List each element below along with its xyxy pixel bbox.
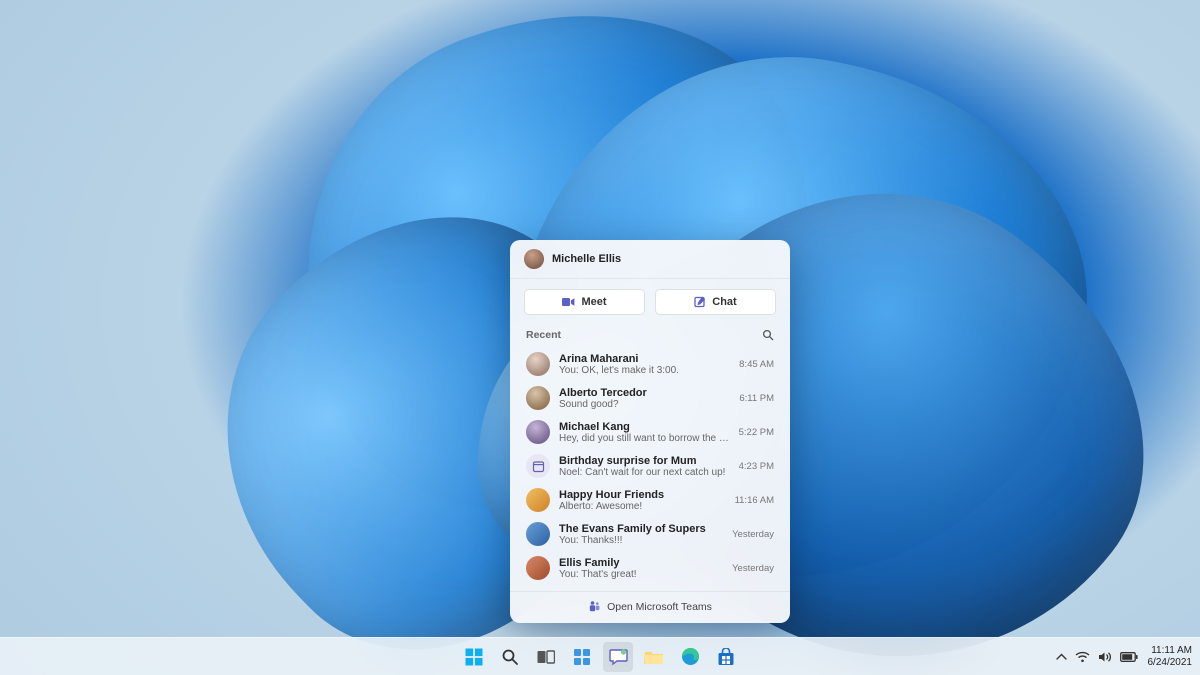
chat-flyout: Michelle Ellis Meet Chat Recent Arina Ma…: [510, 240, 790, 623]
contact-name: Michael Kang: [559, 421, 730, 433]
edge-button[interactable]: [675, 642, 705, 672]
message-preview: Noel: Can't wait for our next catch up!: [559, 467, 730, 478]
flyout-header: Michelle Ellis: [510, 240, 790, 279]
date-text: 6/24/2021: [1148, 657, 1193, 669]
timestamp: 11:16 AM: [735, 495, 774, 506]
start-icon: [465, 648, 483, 666]
avatar: [526, 522, 550, 546]
contact-name: Alberto Tercedor: [559, 387, 730, 399]
recent-heading: Recent: [526, 329, 561, 341]
list-item[interactable]: Michael Kang Hey, did you still want to …: [516, 415, 784, 449]
contact-name: The Evans Family of Supers: [559, 523, 723, 535]
timestamp: 6:11 PM: [739, 393, 774, 404]
avatar: [524, 249, 544, 269]
contact-name: Arina Maharani: [559, 353, 730, 365]
action-row: Meet Chat: [510, 279, 790, 321]
timestamp: Yesterday: [732, 563, 774, 574]
message-preview: You: Thanks!!!: [559, 535, 723, 546]
current-user-name: Michelle Ellis: [552, 253, 621, 265]
file-explorer-icon: [644, 649, 664, 665]
system-tray: 11:11 AM 6/24/2021: [1056, 645, 1193, 668]
avatar: [526, 352, 550, 376]
timestamp: Yesterday: [732, 529, 774, 540]
avatar: [526, 556, 550, 580]
store-icon: [717, 648, 735, 666]
chat-button[interactable]: Chat: [655, 289, 776, 315]
clock[interactable]: 11:11 AM 6/24/2021: [1148, 645, 1193, 668]
chat-label: Chat: [712, 296, 736, 308]
timestamp: 8:45 AM: [739, 359, 774, 370]
message-preview: You: That's great!: [559, 569, 723, 580]
contact-name: Happy Hour Friends: [559, 489, 726, 501]
chat-taskbar-button[interactable]: [603, 642, 633, 672]
volume-icon[interactable]: [1098, 651, 1112, 663]
calendar-icon: [526, 454, 550, 478]
search-button[interactable]: [495, 642, 525, 672]
compose-icon: [694, 296, 706, 308]
meet-button[interactable]: Meet: [524, 289, 645, 315]
teams-icon: [588, 600, 601, 613]
file-explorer-button[interactable]: [639, 642, 669, 672]
conversation-list: Arina Maharani You: OK, let's make it 3:…: [510, 345, 790, 591]
message-preview: Hey, did you still want to borrow the no…: [559, 433, 730, 444]
avatar: [526, 386, 550, 410]
wifi-icon[interactable]: [1075, 651, 1090, 663]
widgets-icon: [573, 648, 591, 666]
list-item[interactable]: Alberto Tercedor Sound good? 6:11 PM: [516, 381, 784, 415]
avatar: [526, 488, 550, 512]
timestamp: 4:23 PM: [739, 461, 774, 472]
list-item[interactable]: The Evans Family of Supers You: Thanks!!…: [516, 517, 784, 551]
edge-icon: [681, 647, 700, 666]
contact-name: Birthday surprise for Mum: [559, 455, 730, 467]
message-preview: You: OK, let's make it 3:00.: [559, 365, 730, 376]
open-teams-label: Open Microsoft Teams: [607, 601, 712, 613]
time-text: 11:11 AM: [1148, 645, 1193, 657]
task-view-button[interactable]: [531, 642, 561, 672]
taskbar: 11:11 AM 6/24/2021: [0, 637, 1200, 675]
meet-label: Meet: [581, 296, 606, 308]
start-button[interactable]: [459, 642, 489, 672]
list-item[interactable]: Happy Hour Friends Alberto: Awesome! 11:…: [516, 483, 784, 517]
message-preview: Alberto: Awesome!: [559, 501, 726, 512]
timestamp: 5:22 PM: [739, 427, 774, 438]
contact-name: Ellis Family: [559, 557, 723, 569]
chevron-up-icon[interactable]: [1056, 653, 1067, 661]
list-item[interactable]: Arina Maharani You: OK, let's make it 3:…: [516, 347, 784, 381]
list-item[interactable]: Birthday surprise for Mum Noel: Can't wa…: [516, 449, 784, 483]
task-view-icon: [537, 649, 555, 665]
search-icon: [501, 648, 519, 666]
video-icon: [562, 297, 575, 307]
message-preview: Sound good?: [559, 399, 730, 410]
taskbar-center: [459, 642, 741, 672]
store-button[interactable]: [711, 642, 741, 672]
widgets-button[interactable]: [567, 642, 597, 672]
open-teams-link[interactable]: Open Microsoft Teams: [510, 591, 790, 623]
avatar: [526, 420, 550, 444]
battery-icon[interactable]: [1120, 652, 1138, 662]
chat-icon: [609, 648, 628, 666]
search-icon[interactable]: [762, 329, 774, 341]
list-item[interactable]: Ellis Family You: That's great! Yesterda…: [516, 551, 784, 585]
